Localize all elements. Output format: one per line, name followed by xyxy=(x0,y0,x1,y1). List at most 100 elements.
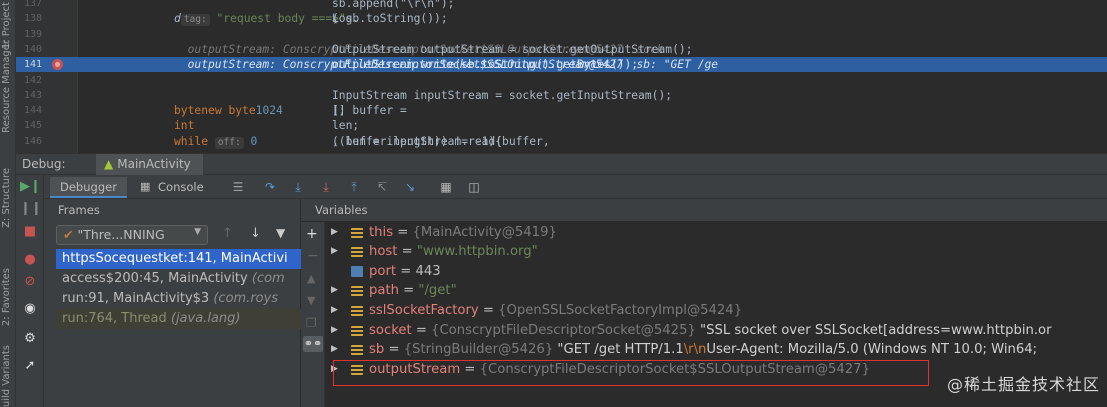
expand-arrow-icon[interactable]: ▶ xyxy=(331,340,338,360)
step-out-icon[interactable]: ⤒ xyxy=(346,179,362,195)
code-line[interactable]: 143 InputStream inputStream = socket.getI… xyxy=(16,88,1107,103)
settings-icon[interactable]: ⚙ xyxy=(20,330,40,348)
step-over-icon[interactable]: ↷ xyxy=(262,179,278,195)
arrow-up-icon[interactable]: ↑ xyxy=(222,226,233,241)
variable-value: User-Agent: Mozilla/5.0 (Windows NT 10.0… xyxy=(706,342,1038,358)
variables-side-toolbar: + − ▲ ▼ ❐ ⚭⚭ xyxy=(301,222,325,407)
force-step-into-icon[interactable]: ⤓ xyxy=(318,179,334,195)
variable-row[interactable]: port = 443 xyxy=(325,262,1107,282)
line-number: 139 xyxy=(23,28,42,40)
line-number: 145 xyxy=(23,120,42,132)
left-tool-stripe: 1: Project Resource Manager Z: Structure… xyxy=(0,0,16,407)
variable-value: {OpenSSLSocketFactoryImpl@5424} xyxy=(498,302,743,318)
camera-icon[interactable]: ◉ xyxy=(20,300,40,318)
frame-row[interactable]: run:91, MainActivity$3 (com.roys xyxy=(56,289,301,309)
console-icon: ▦ xyxy=(140,180,151,193)
frames-panel: Frames ✔ "Thre...NNING ▼ ↑ ↓ ▼ httpsSoceq… xyxy=(44,199,301,407)
pause-icon[interactable]: ❙❙ xyxy=(20,200,42,218)
chevron-down-icon: ▼ xyxy=(194,227,201,237)
breakpoint-icon[interactable] xyxy=(52,59,63,71)
menu-icon[interactable]: ☰ xyxy=(230,179,246,195)
code-line[interactable]: 145 int len; xyxy=(16,118,1107,133)
variable-row[interactable]: ▶ sslSocketFactory = {OpenSSLSocketFactor… xyxy=(325,301,1107,321)
add-watch-icon[interactable]: + xyxy=(306,226,318,242)
check-icon: ✔ xyxy=(63,227,74,242)
variable-row[interactable]: ▶ path = "/get" xyxy=(325,281,1107,301)
code-text: Log. d(tag: "request body ===>", sb.toStr… xyxy=(174,11,448,27)
arrow-down-icon[interactable]: ↓ xyxy=(250,226,261,241)
frame-row[interactable]: httpsSocequestket:141, MainActivi xyxy=(56,249,301,269)
code-token: ]; xyxy=(332,104,346,118)
code-editor[interactable]: 137 sb.append("\r\n"); 138 Log. d(tag: "requ… xyxy=(16,0,1107,153)
variable-row[interactable]: ▶ this = {MainActivity@5419} xyxy=(325,223,1107,243)
variable-name-text: this xyxy=(369,224,394,240)
run-to-cursor-icon[interactable]: ↘ xyxy=(402,179,418,195)
expand-arrow-icon[interactable]: ▶ xyxy=(331,281,338,301)
variable-value: 443 xyxy=(415,263,441,279)
code-line[interactable]: 144 byte[] buffer = new byte[1024]; xyxy=(16,103,1107,118)
parameter-hint: off: xyxy=(214,136,244,149)
variable-row[interactable]: ▶ host = "www.httpbin.org" xyxy=(325,242,1107,262)
variable-row[interactable]: ▶ sb = {StringBuilder@5426} "GET /get HTT… xyxy=(325,340,1107,360)
variable-row[interactable]: ▶ socket = {ConscryptFileDescriptorSocket… xyxy=(325,321,1107,341)
code-token: sb.append("\r\n"); xyxy=(332,0,455,10)
remove-watch-icon[interactable]: − xyxy=(307,248,319,264)
step-into-icon[interactable]: ⤓ xyxy=(290,179,306,195)
code-line[interactable]: 139 xyxy=(16,27,1107,42)
show-watches-icon[interactable]: ⚭⚭ xyxy=(303,336,323,352)
variable-name: port = 443 xyxy=(369,262,441,282)
debugger-toolbar: Debugger ▦ Console ☰ ↷ ⤓ ⤓ ⤒ ↸ ↘ ▦ ◫ xyxy=(16,175,1107,199)
code-line[interactable]: 141 outputStream.write(sb.toString().getB… xyxy=(16,57,1107,73)
code-token: len; xyxy=(332,119,360,133)
variable-name: socket = {ConscryptFileDescriptorSocket@… xyxy=(369,321,1052,341)
layout-settings-icon[interactable]: ◫ xyxy=(466,179,482,195)
debug-side-toolbar: ▶❙ ❙❙ ■ ● ⊘ ◉ ⚙ ➚ xyxy=(16,175,44,407)
frame-row[interactable]: access$200:45, MainActivity (com xyxy=(56,269,301,289)
tab-console[interactable]: ▦ Console xyxy=(134,177,214,198)
frame-row[interactable]: run:764, Thread (java.lang) xyxy=(56,309,301,329)
code-text: int len; xyxy=(174,118,359,133)
frames-header: Frames xyxy=(58,203,100,217)
thread-selector[interactable]: ✔ "Thre...NNING ▼ xyxy=(56,225,208,245)
line-number: 143 xyxy=(23,89,42,101)
code-token: , sb.toString()); xyxy=(332,12,448,26)
code-line[interactable]: 140 OutputStream outputStream = socket.ge… xyxy=(16,42,1107,57)
tab-debugger[interactable]: Debugger xyxy=(50,177,127,198)
code-line[interactable]: 142 xyxy=(16,73,1107,88)
pin-icon[interactable]: ➚ xyxy=(20,357,40,375)
variable-value: = xyxy=(398,283,419,299)
debug-session-tab[interactable]: ▲ MainActivity xyxy=(96,154,203,175)
variable-name-text: port xyxy=(369,263,397,279)
thread-row: ✔ "Thre...NNING ▼ ↑ ↓ ▼ xyxy=(44,223,301,247)
variable-value: "SSL socket over SSLSocket[address=www.h… xyxy=(700,322,1052,338)
expand-arrow-icon[interactable]: ▶ xyxy=(331,223,338,243)
code-line[interactable]: 137 sb.append("\r\n"); xyxy=(16,0,1107,11)
tab-console-label: Console xyxy=(158,180,204,194)
frame-name: httpsSocequestket:141, MainActivi xyxy=(62,251,288,266)
variable-value: "www.httpbin.org" xyxy=(416,244,538,260)
expand-arrow-icon[interactable]: ▶ xyxy=(331,242,338,262)
expand-arrow-icon[interactable]: ▶ xyxy=(331,301,338,321)
favorites-tool-tab[interactable]: 2: Favorites xyxy=(1,268,12,326)
variable-name-text: path xyxy=(369,283,399,299)
view-breakpoints-icon[interactable]: ● xyxy=(20,251,40,269)
code-token: byte xyxy=(228,104,256,118)
resume-icon[interactable]: ▶❙ xyxy=(20,178,41,196)
move-up-icon[interactable]: ▲ xyxy=(307,272,315,285)
move-down-icon[interactable]: ▼ xyxy=(307,294,315,307)
evaluate-expression-icon[interactable]: ▦ xyxy=(438,179,454,195)
thread-selector-value: "Thre...NNING xyxy=(77,227,165,242)
drop-frame-icon[interactable]: ↸ xyxy=(374,179,390,195)
filter-icon[interactable]: ▼ xyxy=(276,226,285,240)
variable-value: = xyxy=(411,322,432,338)
mute-breakpoints-icon[interactable]: ⊘ xyxy=(20,273,40,291)
expand-arrow-icon[interactable]: ▶ xyxy=(331,321,338,341)
copy-icon[interactable]: ❐ xyxy=(306,316,317,330)
build-variants-tool-tab[interactable]: Build Variants xyxy=(1,345,12,407)
code-line[interactable]: 138 Log. d(tag: "request body ===>", sb.to… xyxy=(16,11,1107,27)
code-line[interactable]: 146 while ((len = inputStream.read(buffer… xyxy=(16,134,1107,149)
structure-tool-tab[interactable]: Z: Structure xyxy=(1,168,12,228)
resource-manager-tool-tab[interactable]: Resource Manager xyxy=(1,40,12,133)
stop-icon[interactable]: ■ xyxy=(20,223,40,241)
variable-name-text: sslSocketFactory xyxy=(369,302,479,318)
